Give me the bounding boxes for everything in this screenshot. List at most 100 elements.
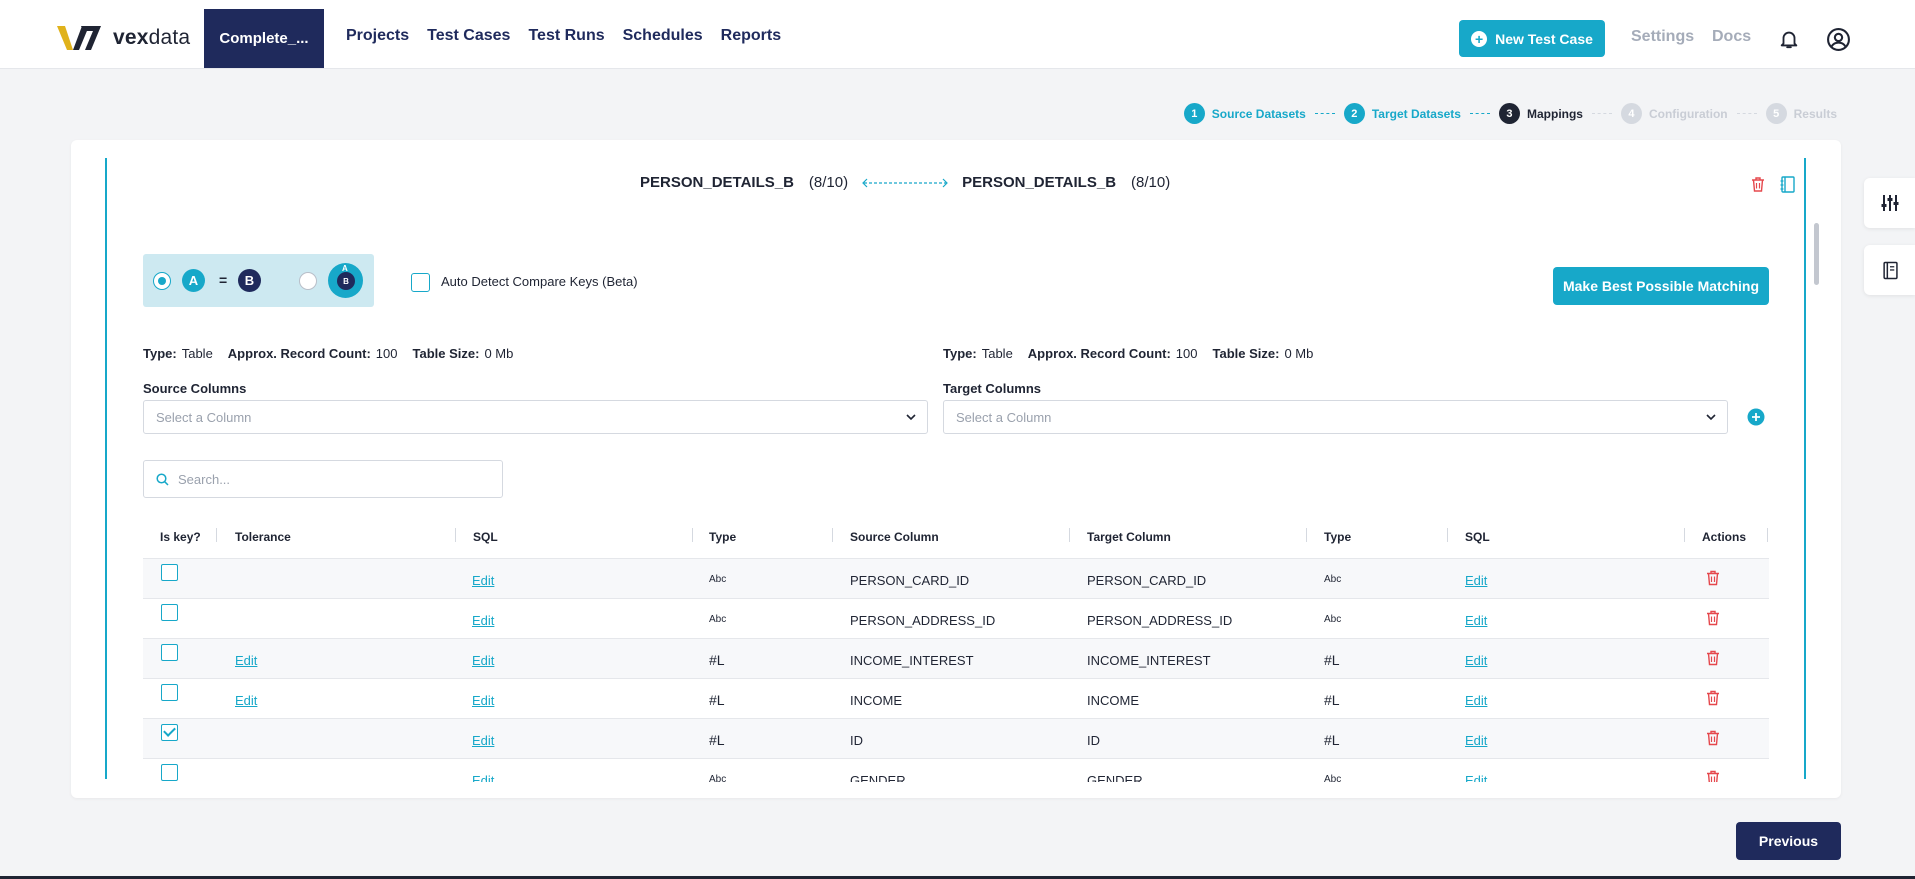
source-column-name: INCOME [850, 693, 902, 708]
source-table-count: (8/10) [808, 174, 849, 191]
equals-sign: = [219, 272, 228, 288]
step-configuration: 4 Configuration [1620, 103, 1728, 124]
source-type: Abc [709, 614, 727, 625]
tolerance-edit-link[interactable]: Edit [235, 693, 257, 708]
source-sql-edit-link[interactable]: Edit [472, 573, 494, 588]
source-column-name: PERSON_CARD_ID [850, 573, 970, 588]
column-separator [216, 528, 217, 542]
delete-row-icon[interactable] [1706, 730, 1720, 746]
target-column-name: ID [1087, 733, 1100, 748]
column-separator [1306, 528, 1307, 542]
delete-row-icon[interactable] [1706, 570, 1720, 586]
nav-test-runs[interactable]: Test Runs [528, 27, 604, 45]
step-connector [1314, 113, 1335, 114]
table-row: Edit Abc PERSON_CARD_ID PERSON_CARD_ID A… [143, 559, 1769, 599]
source-type: #L [709, 652, 725, 668]
delete-row-icon[interactable] [1706, 650, 1720, 666]
target-sql-edit-link[interactable]: Edit [1465, 773, 1487, 782]
source-column-select[interactable]: Select a Column [143, 400, 928, 434]
source-sql-edit-link[interactable]: Edit [472, 693, 494, 708]
is-key-checkbox[interactable] [161, 564, 178, 581]
auto-detect-keys-label: Auto Detect Compare Keys (Beta) [441, 274, 638, 289]
table-row: Edit Abc GENDER GENDER Abc Edit [143, 759, 1769, 782]
target-columns-label: Target Columns [943, 381, 1041, 396]
source-table-name: PERSON_DETAILS_B [640, 174, 794, 191]
delete-row-icon[interactable] [1706, 690, 1720, 706]
source-type: Abc [709, 574, 727, 585]
source-sql-edit-link[interactable]: Edit [472, 653, 494, 668]
user-account-icon[interactable] [1826, 27, 1851, 52]
step-mappings[interactable]: 3 Mappings [1498, 103, 1583, 124]
docs-link[interactable]: Docs [1712, 28, 1751, 46]
scrollbar-thumb[interactable] [1814, 223, 1819, 285]
target-sql-edit-link[interactable]: Edit [1465, 573, 1487, 588]
notes-panel-button[interactable] [1864, 245, 1915, 295]
target-sql-edit-link[interactable]: Edit [1465, 613, 1487, 628]
logo-text: vexdata [113, 26, 191, 49]
target-type: Abc [1324, 774, 1342, 782]
is-key-checkbox[interactable] [161, 604, 178, 621]
column-search-input[interactable]: Search... [143, 460, 503, 498]
source-column-name: GENDER [850, 773, 906, 782]
nav-test-cases[interactable]: Test Cases [427, 27, 510, 45]
plus-circle-icon: + [1471, 30, 1488, 47]
step-connector [1591, 113, 1612, 114]
th-is-key: Is key? [160, 530, 201, 544]
th-actions: Actions [1702, 530, 1747, 544]
vexdata-logo[interactable]: vexdata [55, 20, 190, 56]
delete-row-icon[interactable] [1706, 770, 1720, 782]
top-navbar: vexdata Complete_... Projects Test Cases… [0, 0, 1915, 69]
column-separator [1447, 528, 1448, 542]
tolerance-edit-link[interactable]: Edit [235, 653, 257, 668]
badge-a: A [182, 269, 205, 292]
make-best-matching-button[interactable]: Make Best Possible Matching [1553, 267, 1769, 305]
chevron-down-icon [1706, 414, 1716, 421]
a-contains-b-icon: A B [328, 263, 363, 298]
table-header: Is key? Tolerance SQL Type Source Column… [143, 520, 1769, 559]
source-sql-edit-link[interactable]: Edit [472, 613, 494, 628]
settings-link[interactable]: Settings [1631, 28, 1694, 46]
notebook-icon[interactable] [1780, 176, 1795, 193]
add-column-pair-icon[interactable] [1747, 408, 1765, 426]
is-key-checkbox[interactable] [161, 644, 178, 661]
double-arrow-icon [862, 178, 948, 187]
bell-icon[interactable] [1778, 28, 1800, 50]
badge-b: B [238, 269, 261, 292]
is-key-checkbox[interactable] [161, 684, 178, 701]
step-results: 5 Results [1765, 103, 1837, 124]
key-mode-a-in-b-radio[interactable] [299, 272, 317, 290]
source-sql-edit-link[interactable]: Edit [472, 773, 494, 782]
nav-schedules[interactable]: Schedules [623, 27, 703, 45]
main-nav: Projects Test Cases Test Runs Schedules … [346, 27, 781, 45]
source-column-name: ID [850, 733, 863, 748]
target-column-name: INCOME [1087, 693, 1139, 708]
delete-mapping-icon[interactable] [1750, 176, 1766, 193]
filters-panel-button[interactable] [1864, 178, 1915, 228]
target-sql-edit-link[interactable]: Edit [1465, 693, 1487, 708]
step-target-datasets[interactable]: 2 Target Datasets [1343, 103, 1461, 124]
new-test-case-button[interactable]: + New Test Case [1459, 20, 1605, 57]
target-column-name: GENDER [1087, 773, 1143, 782]
step-source-datasets[interactable]: 1 Source Datasets [1183, 103, 1306, 124]
card-accent-left [105, 158, 107, 779]
is-key-checkbox[interactable] [161, 764, 178, 781]
target-sql-edit-link[interactable]: Edit [1465, 733, 1487, 748]
delete-row-icon[interactable] [1706, 610, 1720, 626]
target-sql-edit-link[interactable]: Edit [1465, 653, 1487, 668]
auto-detect-keys-checkbox[interactable] [411, 273, 430, 292]
is-key-checkbox[interactable] [161, 724, 178, 741]
key-mode-a-equals-b-radio[interactable] [153, 272, 171, 290]
nav-projects[interactable]: Projects [346, 27, 409, 45]
column-separator [1684, 528, 1685, 542]
target-column-select[interactable]: Select a Column [943, 400, 1728, 434]
target-column-name: PERSON_ADDRESS_ID [1087, 613, 1233, 628]
th-sql-source: SQL [473, 530, 498, 544]
target-column-name: PERSON_CARD_ID [1087, 573, 1207, 588]
current-project-tab[interactable]: Complete_... [204, 9, 324, 68]
th-type-target: Type [1324, 530, 1352, 544]
source-sql-edit-link[interactable]: Edit [472, 733, 494, 748]
step-connector [1469, 113, 1490, 114]
column-separator [1069, 528, 1070, 542]
previous-button[interactable]: Previous [1736, 822, 1841, 860]
nav-reports[interactable]: Reports [721, 27, 781, 45]
